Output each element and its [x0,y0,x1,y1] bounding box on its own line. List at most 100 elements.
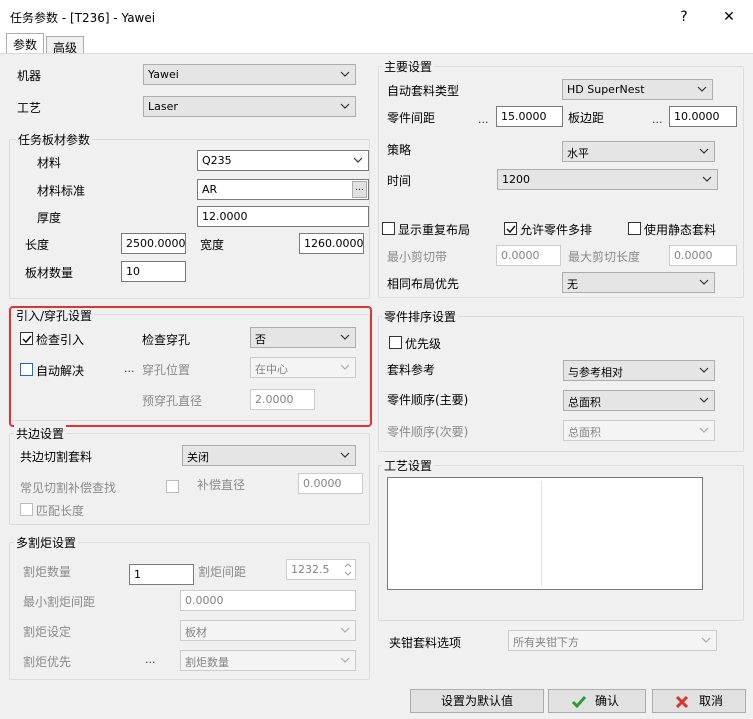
check-icon [571,696,587,709]
torch-spacing-label: 割炬间距 [198,565,247,579]
same-layout-priority-select[interactable]: 无 [562,272,715,293]
part-gap-input[interactable]: 15.0000 [496,106,563,127]
chevron-down-icon [697,86,707,92]
x-icon [675,695,689,709]
clamp-nest-label: 夹钳套料选项 [389,636,462,650]
strategy-label: 策略 [387,143,412,157]
material-standard-input[interactable]: AR [197,179,369,200]
edge-gap-options-button[interactable]: ... [652,113,663,126]
part-order-secondary-select[interactable]: 总面积 [563,420,715,441]
main-settings-title: 主要设置 [382,58,435,75]
match-length-label: 匹配长度 [36,504,85,518]
material-select[interactable]: Q235 [197,150,369,171]
chevron-down-icon [340,452,350,458]
comp-search-label: 常见切割补偿查找 [20,481,117,495]
part-gap-label: 零件间距 [387,111,436,125]
torch-count-label: 割炬数量 [23,565,72,579]
chevron-down-icon [340,627,350,633]
nest-reference-label: 套料参考 [387,363,436,377]
chevron-down-icon [702,176,712,182]
chevron-down-icon [353,157,363,163]
highlight-box [9,306,372,427]
auto-nest-type-label: 自动套料类型 [387,84,460,98]
nest-reference-select[interactable]: 与参考相对 [563,360,715,381]
part-order-main-select[interactable]: 总面积 [563,390,715,411]
ok-button[interactable]: 确认 [548,689,646,713]
process-select[interactable]: Laser [143,96,356,117]
min-cut-strip-input[interactable]: 0.0000 [496,245,561,266]
part-order-main-label: 零件顺序(主要) [387,393,469,407]
part-gap-options-button[interactable]: ... [478,113,489,126]
cancel-button[interactable]: 取消 [652,689,746,713]
edge-gap-label: 板边距 [568,111,605,125]
chevron-down-icon [699,279,709,285]
material-standard-browse-button[interactable]: ... [352,181,367,198]
material-standard-label: 材料标准 [37,184,86,198]
thickness-label: 厚度 [37,211,62,225]
max-cut-length-label: 最大剪切长度 [568,250,641,264]
part-order-title: 零件排序设置 [382,308,459,325]
chevron-down-icon [701,637,711,643]
comp-diameter-input[interactable]: 0.0000 [298,473,363,494]
chevron-down-icon [699,148,709,154]
comp-search-checkbox[interactable] [166,480,179,493]
process-settings-title: 工艺设置 [382,457,435,474]
common-cut-select[interactable]: 关闭 [182,445,356,466]
comp-diameter-label: 补偿直径 [197,478,246,492]
help-button[interactable]: ? [669,6,699,28]
sheet-count-input[interactable]: 10 [121,261,186,282]
show-repeat-layout-label: 显示重复布局 [398,223,471,237]
part-order-secondary-label: 零件顺序(次要) [387,425,469,439]
strategy-select[interactable]: 水平 [562,141,715,162]
machine-label: 机器 [17,69,42,83]
same-layout-priority-label: 相同布局优先 [387,277,460,291]
torch-count-input[interactable]: 1 [129,564,194,585]
chevron-down-icon [340,71,350,77]
tab-advanced[interactable]: 高级 [46,36,85,55]
min-torch-spacing-label: 最小割炬间距 [23,595,96,609]
chevron-down-icon [340,657,350,663]
chevron-down-icon [699,427,709,433]
auto-nest-type-select[interactable]: HD SuperNest [562,79,713,100]
list-divider [541,481,542,586]
use-static-nest-label: 使用静态套料 [644,223,717,237]
min-cut-strip-label: 最小剪切带 [387,250,448,264]
clamp-nest-select[interactable]: 所有夹钳下方 [508,630,717,651]
close-button[interactable]: ✕ [714,6,744,28]
tab-params[interactable]: 参数 [6,33,45,54]
time-select[interactable]: 1200 [497,169,718,190]
sheet-count-label: 板材数量 [25,266,74,280]
common-cut-label: 共边切割套料 [20,450,93,464]
torch-spacing-input[interactable]: 1232.5 [286,559,356,580]
torch-setting-label: 割炬设定 [23,625,72,639]
priority-label: 优先级 [405,337,442,351]
torch-priority-select[interactable]: 割炬数量 [180,650,356,671]
chevron-down-icon [699,397,709,403]
priority-checkbox[interactable] [389,336,402,349]
width-input[interactable]: 1260.0000 [299,233,364,254]
chevron-down-icon [340,103,350,109]
edge-gap-input[interactable]: 10.0000 [669,106,737,127]
match-length-checkbox[interactable] [20,503,33,516]
torch-priority-options-button[interactable]: ... [145,653,156,666]
length-label: 长度 [25,238,50,252]
thickness-input[interactable]: 12.0000 [197,206,369,227]
time-label: 时间 [387,174,412,188]
process-label: 工艺 [17,101,42,115]
common-edge-title: 共边设置 [14,425,67,442]
show-repeat-layout-checkbox[interactable] [382,222,395,235]
length-input[interactable]: 2500.0000 [121,233,186,254]
machine-select[interactable]: Yawei [143,64,356,85]
spinner-icon [344,563,352,576]
torch-setting-select[interactable]: 板材 [180,620,356,641]
min-torch-spacing-input[interactable]: 0.0000 [180,590,356,611]
title-bar: 任务参数 - [T236] - Yawei ? ✕ [0,0,753,34]
max-cut-length-input[interactable]: 0.0000 [669,245,737,266]
torch-priority-label: 割炬优先 [23,655,72,669]
process-settings-list[interactable] [387,477,703,590]
use-static-nest-checkbox[interactable] [628,222,641,235]
sheet-params-title: 任务板材参数 [16,131,93,148]
set-default-button[interactable]: 设置为默认值 [410,689,544,713]
allow-multi-row-checkbox[interactable] [504,222,517,235]
chevron-down-icon [699,367,709,373]
